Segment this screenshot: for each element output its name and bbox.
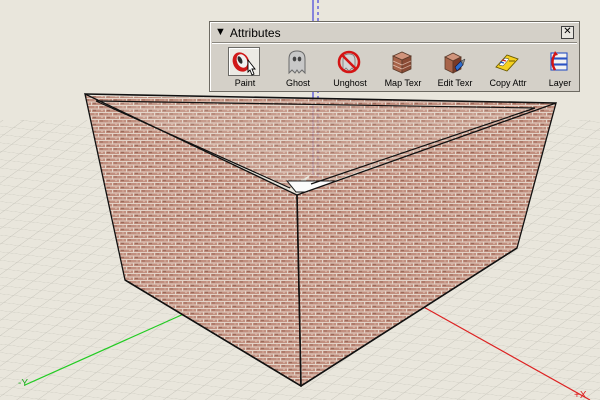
attributes-palette[interactable]: ▼ Attributes ✕ Paint Ghost Unghost Map T… — [209, 21, 580, 92]
map-texture-icon — [392, 51, 412, 74]
unghost-icon — [337, 50, 361, 73]
tool-row: Paint Ghost Unghost Map Texr Edit Texr C… — [220, 46, 571, 90]
copy-attributes-icon — [495, 53, 519, 72]
paint-bucket-icon — [232, 51, 256, 76]
y-axis-label: -Y — [18, 378, 28, 389]
unghost-tool-button[interactable]: Unghost — [325, 46, 375, 90]
title-divider — [212, 42, 577, 44]
tool-label: Paint — [234, 78, 256, 88]
tool-label: Ghost — [285, 78, 310, 88]
collapse-arrow-icon[interactable]: ▼ — [215, 27, 226, 38]
close-icon[interactable]: ✕ — [561, 26, 574, 39]
layer-icon — [550, 50, 568, 71]
tool-label: Copy Attr — [489, 78, 527, 88]
tool-label: Layer — [548, 78, 572, 88]
tool-label: Unghost — [333, 78, 367, 88]
palette-title-bar[interactable]: ▼ Attributes ✕ — [212, 24, 577, 41]
paint-tool-button[interactable]: Paint — [220, 46, 270, 90]
palette-title: Attributes — [229, 25, 281, 40]
layer-tool-button[interactable]: Layer — [535, 46, 585, 90]
edit-texture-tool-button[interactable]: Edit Texr — [430, 46, 480, 90]
ghost-icon — [288, 49, 306, 74]
map-texture-tool-button[interactable]: Map Texr — [378, 46, 428, 90]
edit-texture-icon — [444, 52, 466, 74]
tool-label: Map Texr — [384, 78, 422, 88]
copy-attributes-tool-button[interactable]: Copy Attr — [483, 46, 533, 90]
ghost-tool-button[interactable]: Ghost — [273, 46, 323, 90]
tool-label: Edit Texr — [437, 78, 473, 88]
x-axis-label: +X — [574, 390, 587, 400]
